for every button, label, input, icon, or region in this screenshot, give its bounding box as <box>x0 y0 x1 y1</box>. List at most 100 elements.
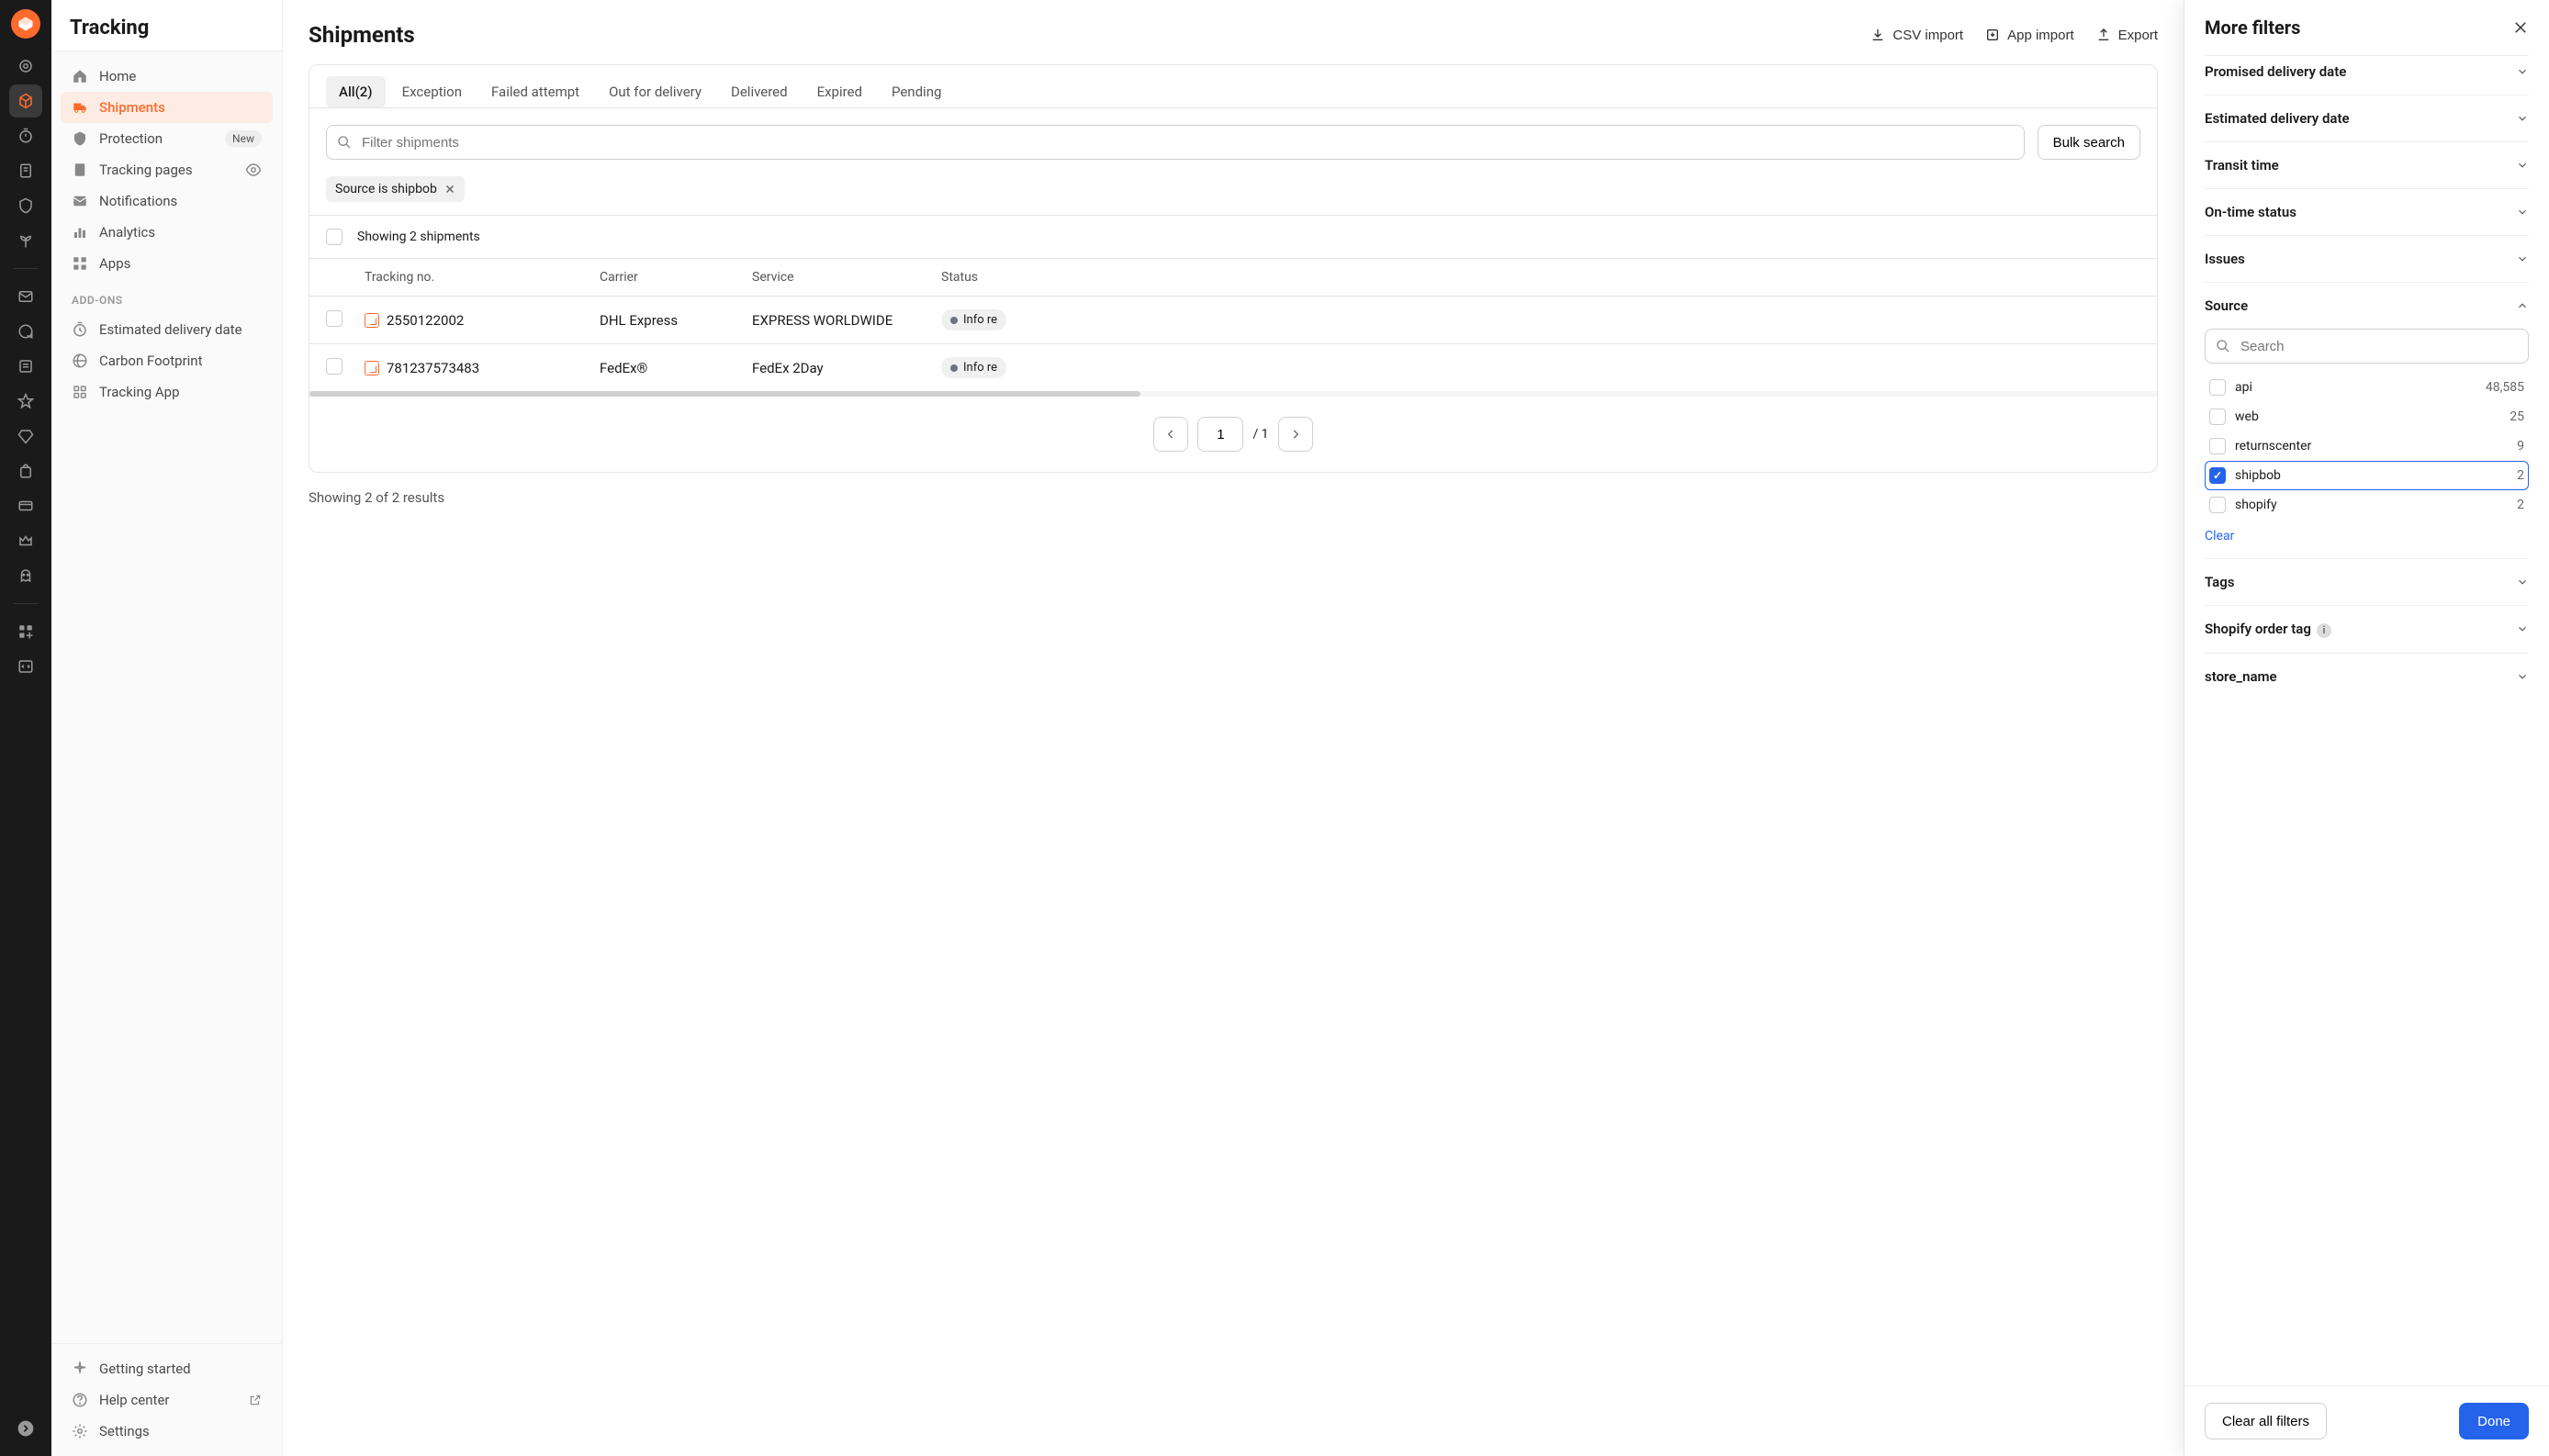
bulk-search-button[interactable]: Bulk search <box>2038 125 2140 160</box>
leaf-icon <box>72 353 88 369</box>
checkbox[interactable] <box>2209 379 2226 396</box>
horizontal-scrollbar[interactable] <box>309 391 2157 397</box>
filter-section-ontime[interactable]: On-time status <box>2205 189 2529 235</box>
sidebar-addon-carbon[interactable]: Carbon Footprint <box>61 345 273 376</box>
import-icon <box>1985 28 2000 42</box>
checkbox[interactable] <box>2209 497 2226 513</box>
csv-import-button[interactable]: CSV import <box>1870 28 1963 43</box>
filter-section-estimated[interactable]: Estimated delivery date <box>2205 95 2529 141</box>
checkbox[interactable] <box>2209 438 2226 454</box>
sidebar-addon-edd[interactable]: Estimated delivery date <box>61 314 273 345</box>
source-option-web[interactable]: web 25 <box>2205 402 2529 431</box>
checkbox[interactable] <box>2209 409 2226 425</box>
rail-item-star[interactable] <box>9 385 42 418</box>
sidebar-item-label: Notifications <box>99 193 177 209</box>
remove-chip-icon[interactable] <box>444 184 455 195</box>
row-checkbox[interactable] <box>326 310 342 327</box>
sidebar-item-apps[interactable]: Apps <box>61 248 273 279</box>
rail-item-shield[interactable] <box>9 189 42 222</box>
brand-logo[interactable] <box>11 9 40 39</box>
rail-item-doc[interactable] <box>9 350 42 383</box>
search-icon <box>2216 339 2230 353</box>
rail-item-crown[interactable] <box>9 524 42 557</box>
source-search-input[interactable] <box>2205 329 2529 364</box>
sidebar-item-tracking-pages[interactable]: Tracking pages <box>61 154 273 185</box>
close-panel-button[interactable] <box>2512 19 2529 36</box>
download-icon <box>1870 28 1885 42</box>
rail-item-mail[interactable] <box>9 280 42 313</box>
tab-failed-attempt[interactable]: Failed attempt <box>478 76 592 107</box>
tab-exception[interactable]: Exception <box>389 76 475 107</box>
filter-section-issues[interactable]: Issues <box>2205 236 2529 282</box>
source-option-shopify[interactable]: shopify 2 <box>2205 490 2529 520</box>
row-checkbox[interactable] <box>326 358 342 375</box>
filter-section-shopify-tag[interactable]: Shopify order tagi <box>2205 606 2529 653</box>
done-button[interactable]: Done <box>2459 1403 2529 1439</box>
rail-item-ghost[interactable] <box>9 559 42 592</box>
eye-icon[interactable] <box>245 162 262 178</box>
checkbox[interactable] <box>2209 467 2226 484</box>
rail-item-chat[interactable] <box>9 315 42 348</box>
rail-item-timer[interactable] <box>9 119 42 152</box>
sidebar-item-notifications[interactable]: Notifications <box>61 185 273 217</box>
rail-item-card[interactable] <box>9 489 42 522</box>
app-import-button[interactable]: App import <box>1985 28 2074 43</box>
table-row[interactable]: 2550122002 DHL Express EXPRESS WORLDWIDE… <box>309 296 2157 343</box>
table-header: Tracking no. Carrier Service Status <box>309 258 2157 296</box>
sparkle-icon <box>72 1361 88 1377</box>
tab-expired[interactable]: Expired <box>804 76 875 107</box>
rail-item-diamond[interactable] <box>9 420 42 453</box>
filter-section-promised[interactable]: Promised delivery date <box>2205 56 2529 95</box>
sidebar-item-home[interactable]: Home <box>61 61 273 92</box>
tab-pending[interactable]: Pending <box>879 76 954 107</box>
sidebar-item-label: Tracking pages <box>99 162 193 178</box>
rail-item-sprout[interactable] <box>9 224 42 257</box>
sidebar-item-protection[interactable]: Protection New <box>61 123 273 154</box>
filter-section-tags[interactable]: Tags <box>2205 559 2529 605</box>
rail-item-next[interactable] <box>9 1412 42 1445</box>
sidebar-settings[interactable]: Settings <box>61 1416 273 1447</box>
filter-shipments-input[interactable] <box>326 125 2025 160</box>
tracking-number[interactable]: 2550122002 <box>387 312 464 329</box>
table-row[interactable]: 781237573483 FedEx® FedEx 2Day Info re <box>309 343 2157 391</box>
chart-icon <box>72 224 88 241</box>
clear-all-filters-button[interactable]: Clear all filters <box>2205 1403 2327 1439</box>
tab-out-for-delivery[interactable]: Out for delivery <box>596 76 714 107</box>
rail-item-code[interactable] <box>9 650 42 683</box>
tracking-link-icon <box>365 361 379 375</box>
chevron-up-icon <box>2516 299 2529 312</box>
sidebar-help[interactable]: Help center <box>61 1384 273 1416</box>
rail-item-bag[interactable] <box>9 454 42 487</box>
rail-item-receipt[interactable] <box>9 154 42 187</box>
sidebar-item-shipments[interactable]: Shipments <box>61 92 273 123</box>
rail-item-tracking[interactable] <box>9 84 42 118</box>
sidebar: Tracking Home Shipments Protection New T… <box>51 0 283 1456</box>
page-input[interactable] <box>1197 417 1243 452</box>
info-icon: i <box>2317 623 2331 638</box>
tab-delivered[interactable]: Delivered <box>718 76 801 107</box>
tab-all[interactable]: All(2) <box>326 76 386 107</box>
sidebar-item-label: Tracking App <box>99 384 180 400</box>
sidebar-item-label: Protection <box>99 130 163 147</box>
sidebar-item-label: Shipments <box>99 99 165 116</box>
next-page-button[interactable] <box>1278 417 1313 452</box>
main-content: Shipments CSV import App import Export <box>283 0 2184 1456</box>
clear-source-link[interactable]: Clear <box>2205 520 2234 543</box>
export-button[interactable]: Export <box>2096 28 2158 43</box>
rail-item-target[interactable] <box>9 50 42 83</box>
filter-section-source[interactable]: Source <box>2205 283 2529 329</box>
sidebar-item-analytics[interactable]: Analytics <box>61 217 273 248</box>
rail-item-apps[interactable] <box>9 615 42 648</box>
select-all-checkbox[interactable] <box>326 229 342 245</box>
source-option-returnscenter[interactable]: returnscenter 9 <box>2205 431 2529 461</box>
prev-page-button[interactable] <box>1153 417 1188 452</box>
sidebar-getting-started[interactable]: Getting started <box>61 1353 273 1384</box>
sidebar-item-label: Getting started <box>99 1361 191 1377</box>
source-option-shipbob[interactable]: shipbob 2 <box>2205 461 2529 490</box>
source-option-api[interactable]: api 48,585 <box>2205 373 2529 402</box>
sidebar-addon-tracking-app[interactable]: Tracking App <box>61 376 273 408</box>
tracking-number[interactable]: 781237573483 <box>387 360 479 376</box>
filter-section-store[interactable]: store_name <box>2205 654 2529 700</box>
home-icon <box>72 68 88 84</box>
filter-section-transit[interactable]: Transit time <box>2205 142 2529 188</box>
